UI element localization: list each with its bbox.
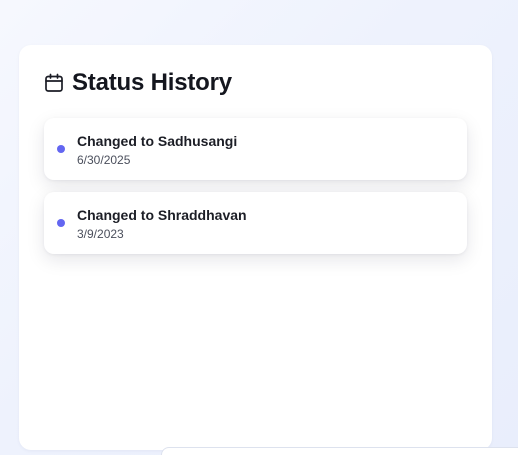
history-item-text: Changed to Sadhusangi 6/30/2025 (77, 132, 237, 168)
card-title: Status History (72, 69, 232, 96)
history-item-date: 6/30/2025 (77, 153, 131, 167)
history-item-label: Changed to Shraddhavan (77, 207, 247, 223)
status-dot (57, 145, 65, 153)
history-item: Changed to Sadhusangi 6/30/2025 (44, 118, 467, 180)
calendar-icon (44, 73, 64, 93)
history-item-label: Changed to Sadhusangi (77, 133, 238, 149)
bottom-panel (161, 447, 518, 455)
history-item-date: 3/9/2023 (77, 227, 124, 241)
history-item: Changed to Shraddhavan 3/9/2023 (44, 192, 467, 254)
status-dot (57, 219, 65, 227)
history-list: Changed to Sadhusangi 6/30/2025 Changed … (44, 118, 467, 266)
card-header: Status History (44, 69, 232, 97)
history-item-text: Changed to Shraddhavan 3/9/2023 (77, 206, 247, 242)
status-history-card: Status History Changed to Sadhusangi 6/3… (19, 45, 492, 450)
